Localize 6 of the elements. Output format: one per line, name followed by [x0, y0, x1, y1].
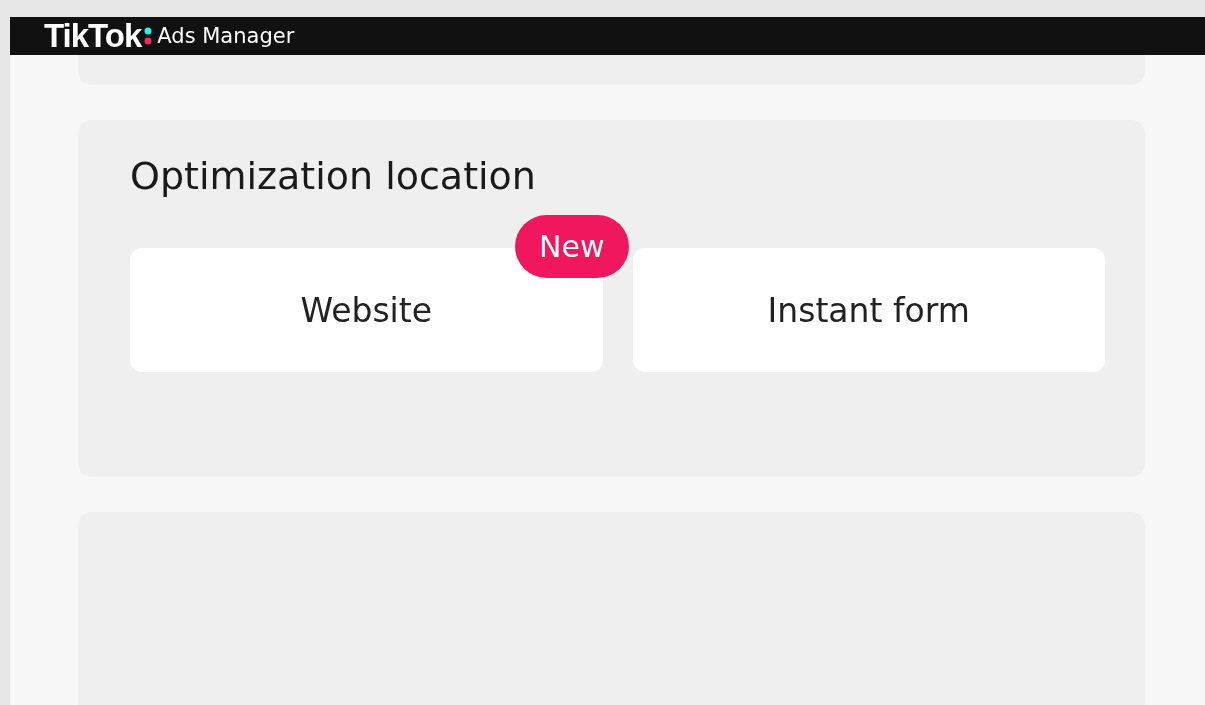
- option-button[interactable]: Instant form: [632, 248, 1105, 372]
- new-badge: New: [515, 215, 629, 278]
- product-name: Ads Manager: [157, 24, 295, 48]
- brand-logo: TikTok: [44, 17, 142, 55]
- section-title: Optimization location: [130, 154, 537, 198]
- colon-icon: [144, 27, 153, 45]
